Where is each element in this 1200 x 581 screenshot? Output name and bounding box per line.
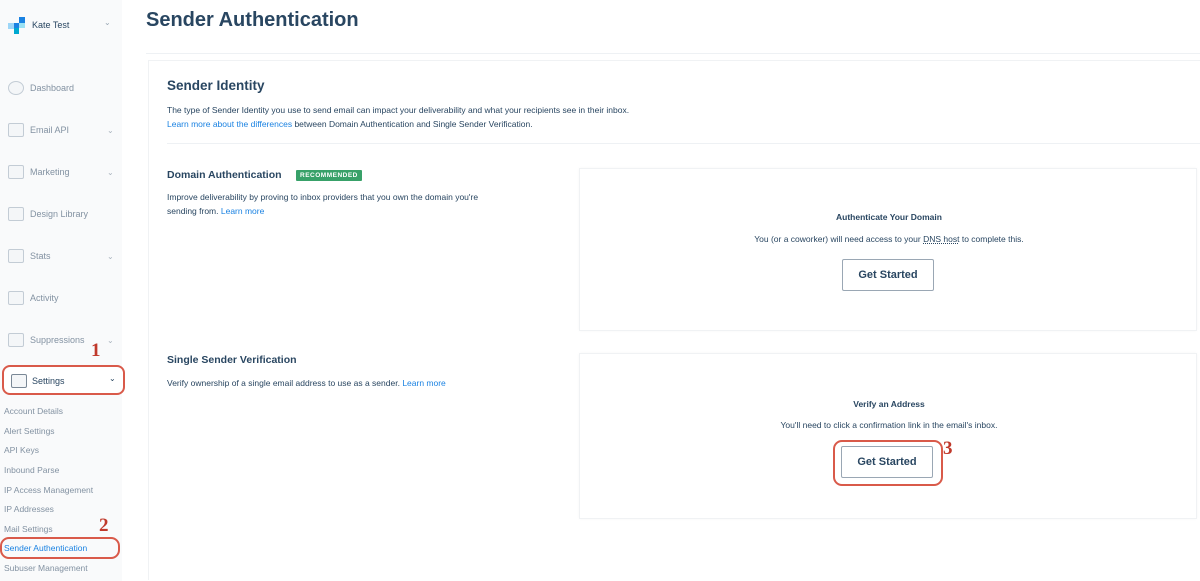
learn-differences-link[interactable]: Learn more about the differences [167,119,292,129]
nav-label: Dashboard [30,83,75,93]
domain-get-started-button[interactable]: Get Started [842,259,934,291]
nav-item-settings[interactable]: Settings ⌄ [2,365,125,395]
sub-item-subuser-management[interactable]: Subuser Management [4,563,88,573]
single-sender-card: Verify an Address You'll need to click a… [579,353,1197,519]
description-text: You (or a coworker) will need access to … [754,234,924,244]
description-text: The type of Sender Identity you use to s… [167,105,630,115]
suppressions-icon [8,333,24,347]
nav-item-activity[interactable]: Activity [0,283,122,313]
nav-label: Stats [30,251,51,261]
description-text: Improve deliverability by proving to inb… [167,192,479,216]
nav-label: Settings [32,376,65,386]
domain-auth-card: Authenticate Your Domain You (or a cowor… [579,168,1197,331]
nav-label: Design Library [30,209,89,219]
nav-item-suppressions[interactable]: Suppressions ⌄ [0,325,122,355]
account-name: Kate Test [32,20,70,30]
nav-label: Activity [30,293,59,303]
nav-label: Suppressions [30,335,85,345]
stats-icon [8,249,24,263]
annotation-marker: 3 [943,438,953,459]
card-description: You (or a coworker) will need access to … [580,234,1198,244]
domain-learn-more-link[interactable]: Learn more [221,206,264,216]
nav-item-email-api[interactable]: Email API ⌄ [0,115,122,145]
single-sender-description: Verify ownership of a single email addre… [167,376,567,390]
recommended-badge: RECOMMENDED [296,170,362,181]
dashboard-icon [8,81,24,95]
divider [167,143,1200,144]
description-line: Learn more about the differences between… [167,117,867,131]
card-title: Verify an Address [853,399,925,409]
chevron-down-icon: ⌄ [107,335,114,345]
section-title: Sender Identity [167,78,265,93]
description-text: to complete this. [959,234,1024,244]
nav-item-design-library[interactable]: Design Library [0,199,122,229]
divider [146,53,1200,54]
dns-host-term: DNS host [923,234,960,244]
section-description: The type of Sender Identity you use to s… [167,103,867,131]
nav-item-stats[interactable]: Stats ⌄ [0,241,122,271]
nav-label: Marketing [30,167,70,177]
chevron-down-icon: ⌄ [107,125,114,135]
domain-auth-title: Domain Authentication [167,169,282,181]
annotation-ring [0,537,120,559]
single-get-started-button[interactable]: Get Started [841,446,933,478]
annotation-marker: 1 [91,340,101,361]
design-library-icon [8,207,24,221]
sidebar: Kate Test ⌄ Dashboard Email API ⌄ Market… [0,0,125,581]
sub-item-alert-settings[interactable]: Alert Settings [4,426,55,436]
description-text: between Domain Authentication and Single… [292,119,533,129]
nav-label: Email API [30,125,70,135]
megaphone-icon [8,165,24,179]
single-learn-more-link[interactable]: Learn more [402,378,445,388]
chevron-down-icon: ⌄ [109,374,116,383]
card-description: You'll need to click a confirmation link… [780,420,998,430]
sub-item-api-keys[interactable]: API Keys [4,445,39,455]
email-api-icon [8,123,24,137]
sub-item-mail-settings[interactable]: Mail Settings [4,524,53,534]
sub-item-ip-addresses[interactable]: IP Addresses [4,504,54,514]
single-sender-title: Single Sender Verification [167,354,297,366]
settings-icon [11,374,27,388]
chevron-down-icon: ⌄ [107,251,114,261]
sub-item-account-details[interactable]: Account Details [4,406,63,416]
page-title: Sender Authentication [146,9,359,31]
chevron-down-icon: ⌄ [107,167,114,177]
sub-item-inbound-parse[interactable]: Inbound Parse [4,465,59,475]
chevron-down-icon: ⌄ [104,18,111,27]
domain-auth-description: Improve deliverability by proving to inb… [167,190,507,218]
nav-item-dashboard[interactable]: Dashboard [0,73,122,103]
description-text: Verify ownership of a single email addre… [167,378,403,388]
sub-item-ip-access-management[interactable]: IP Access Management [4,485,93,495]
nav-item-marketing[interactable]: Marketing ⌄ [0,157,122,187]
account-switcher[interactable]: Kate Test ⌄ [0,0,122,52]
card-title: Authenticate Your Domain [836,212,942,222]
activity-icon [8,291,24,305]
logo-icon [8,17,25,34]
annotation-marker: 2 [99,515,109,536]
